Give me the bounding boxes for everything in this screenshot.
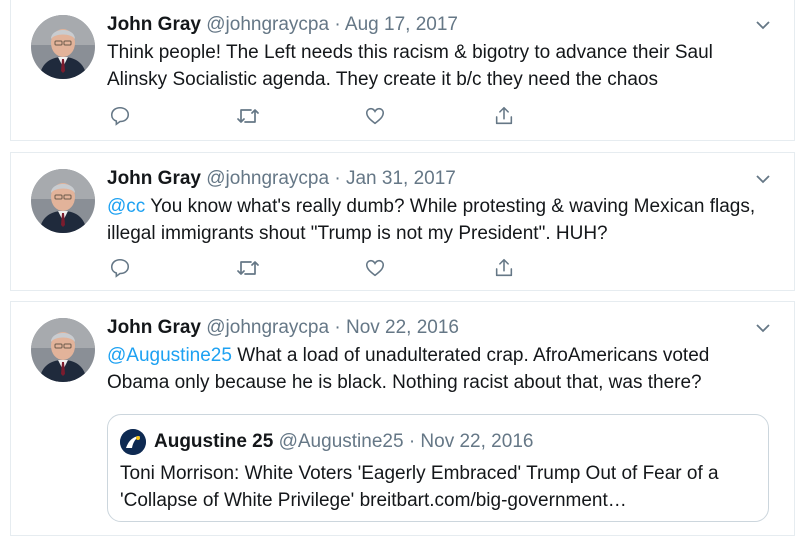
- separator: ·: [334, 317, 341, 338]
- mention-link[interactable]: @Augustine25: [107, 345, 232, 366]
- tweet-actions: [107, 103, 527, 129]
- reply-icon[interactable]: [107, 255, 133, 281]
- reply-icon[interactable]: [107, 103, 133, 129]
- share-icon[interactable]: [491, 255, 517, 281]
- like-icon[interactable]: [362, 255, 388, 281]
- tweet-text: @Augustine25 What a load of unadulterate…: [107, 342, 767, 396]
- quoted-text: Toni Morrison: White Voters 'Eagerly Emb…: [120, 463, 719, 511]
- author-name[interactable]: John Gray: [107, 14, 201, 35]
- quoted-avatar: [120, 429, 146, 455]
- caret-down-icon[interactable]: [754, 16, 772, 34]
- author-name[interactable]: John Gray: [107, 317, 201, 338]
- tweet-actions: [107, 255, 527, 281]
- tweet[interactable]: John Gray @johngraycpa · Nov 22, 2016 @A…: [10, 301, 795, 536]
- author-handle[interactable]: @johngraycpa: [206, 317, 329, 338]
- quoted-date: Nov 22, 2016: [420, 431, 534, 452]
- share-icon[interactable]: [491, 103, 517, 129]
- retweet-icon[interactable]: [235, 103, 261, 129]
- tweet-date[interactable]: Jan 31, 2017: [346, 168, 456, 189]
- tweet[interactable]: John Gray @johngraycpa · Aug 17, 2017 Th…: [10, 0, 795, 141]
- tweet-header: John Gray @johngraycpa · Jan 31, 2017: [107, 166, 456, 192]
- tweet-text: Think people! The Left needs this racism…: [107, 39, 767, 93]
- tweet-header: John Gray @johngraycpa · Aug 17, 2017: [107, 12, 458, 38]
- tweet-text-content: Think people! The Left needs this racism…: [107, 42, 713, 90]
- tweet-header: John Gray @johngraycpa · Nov 22, 2016: [107, 315, 459, 341]
- mention-link[interactable]: @cc: [107, 196, 145, 217]
- quoted-header: Augustine 25 @Augustine25 · Nov 22, 2016: [154, 429, 533, 455]
- tweet-date[interactable]: Nov 22, 2016: [346, 317, 459, 338]
- quoted-author-handle: @Augustine25: [278, 431, 404, 452]
- avatar[interactable]: [31, 15, 95, 79]
- retweet-icon[interactable]: [235, 255, 261, 281]
- avatar[interactable]: [31, 169, 95, 233]
- author-handle[interactable]: @johngraycpa: [206, 14, 329, 35]
- like-icon[interactable]: [362, 103, 388, 129]
- tweet[interactable]: John Gray @johngraycpa · Jan 31, 2017 @c…: [10, 152, 795, 291]
- separator: ·: [334, 168, 341, 189]
- quoted-tweet[interactable]: Augustine 25 @Augustine25 · Nov 22, 2016…: [107, 414, 769, 522]
- caret-down-icon[interactable]: [754, 319, 772, 337]
- author-handle[interactable]: @johngraycpa: [206, 168, 329, 189]
- caret-down-icon[interactable]: [754, 170, 772, 188]
- tweet-date[interactable]: Aug 17, 2017: [345, 14, 458, 35]
- tweet-text: @cc You know what's really dumb? While p…: [107, 193, 767, 247]
- tweet-text-content: You know what's really dumb? While prote…: [107, 196, 756, 244]
- author-name[interactable]: John Gray: [107, 168, 201, 189]
- avatar[interactable]: [31, 318, 95, 382]
- separator: ·: [334, 14, 341, 35]
- separator: ·: [408, 431, 416, 452]
- quoted-author-name: Augustine 25: [154, 431, 274, 452]
